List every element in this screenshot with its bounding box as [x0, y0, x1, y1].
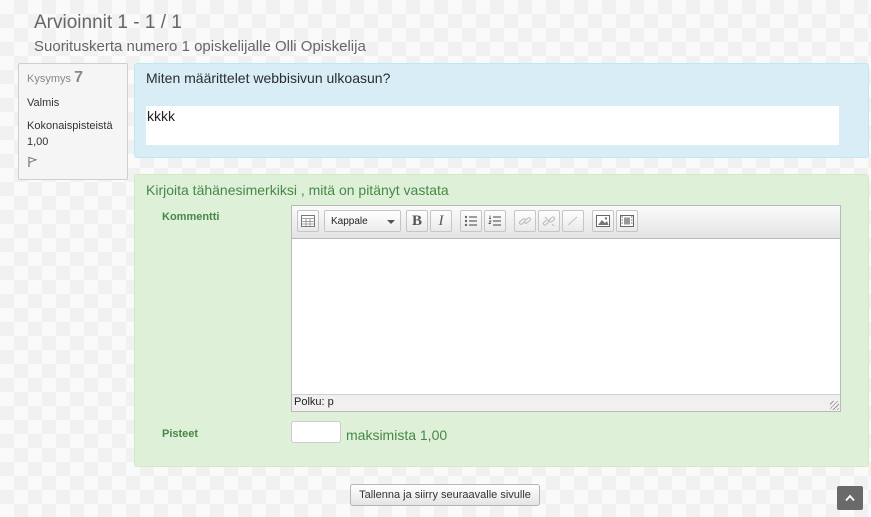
back-to-top-button[interactable] [837, 486, 863, 510]
question-state: Valmis [27, 97, 60, 109]
question-grade: Kokonaispisteistä 1,00 [27, 118, 119, 150]
grading-panel: Kirjoita tähänesimerkiksi , mitä on pitä… [134, 174, 869, 467]
question-formulation: Miten määrittelet webbisivun ulkoasun? k… [134, 63, 869, 158]
italic-icon[interactable]: I [430, 210, 452, 232]
editor-path-bar: Polku: p [292, 394, 840, 411]
grade-value: 1,00 [27, 136, 49, 148]
unordered-list-icon[interactable] [460, 210, 482, 232]
mark-input[interactable] [291, 421, 341, 443]
question-number-label: Kysymys [27, 73, 71, 85]
bold-icon[interactable]: B [406, 210, 428, 232]
question-number: Kysymys 7 [27, 69, 119, 87]
unlink-icon[interactable] [538, 210, 560, 232]
anchor-icon[interactable] [562, 210, 584, 232]
paragraph-format-select[interactable]: Kappale [324, 210, 401, 232]
mark-max: maksimista 1,00 [346, 427, 448, 443]
image-icon[interactable] [592, 210, 614, 232]
student-answer: kkkk [146, 106, 839, 145]
media-icon[interactable] [616, 210, 638, 232]
comment-label: Kommentti [162, 211, 220, 223]
page-title: Arvioinnit 1 - 1 / 1 [34, 12, 182, 33]
save-and-next-button[interactable]: Tallenna ja siirry seuraavalle sivulle [350, 484, 540, 506]
paragraph-format-value: Kappale [331, 216, 368, 227]
ordered-list-icon[interactable] [484, 210, 506, 232]
question-number-value: 7 [74, 69, 83, 86]
question-text: Miten määrittelet webbisivun ulkoasun? [146, 70, 391, 86]
comment-editor: Kappale B I Polku: p [291, 205, 841, 412]
page-subtitle: Suorituskerta numero 1 opiskelijalle Oll… [34, 38, 366, 55]
toggle-toolbar-icon[interactable] [297, 210, 319, 232]
grade-label: Kokonaispisteistä [27, 120, 113, 132]
chevron-up-icon [845, 494, 855, 502]
flag-icon[interactable] [27, 155, 39, 167]
resize-handle-icon[interactable] [830, 401, 839, 410]
chevron-down-icon [387, 220, 395, 224]
mark-label: Pisteet [162, 428, 199, 440]
link-icon[interactable] [514, 210, 536, 232]
grading-instruction: Kirjoita tähänesimerkiksi , mitä on pitä… [146, 182, 449, 198]
question-info: Kysymys 7 Valmis Kokonaispisteistä 1,00 [18, 63, 128, 180]
editor-toolbar: Kappale B I [292, 206, 840, 239]
editor-content-area[interactable] [292, 239, 840, 396]
editor-path: Polku: p [294, 396, 334, 408]
